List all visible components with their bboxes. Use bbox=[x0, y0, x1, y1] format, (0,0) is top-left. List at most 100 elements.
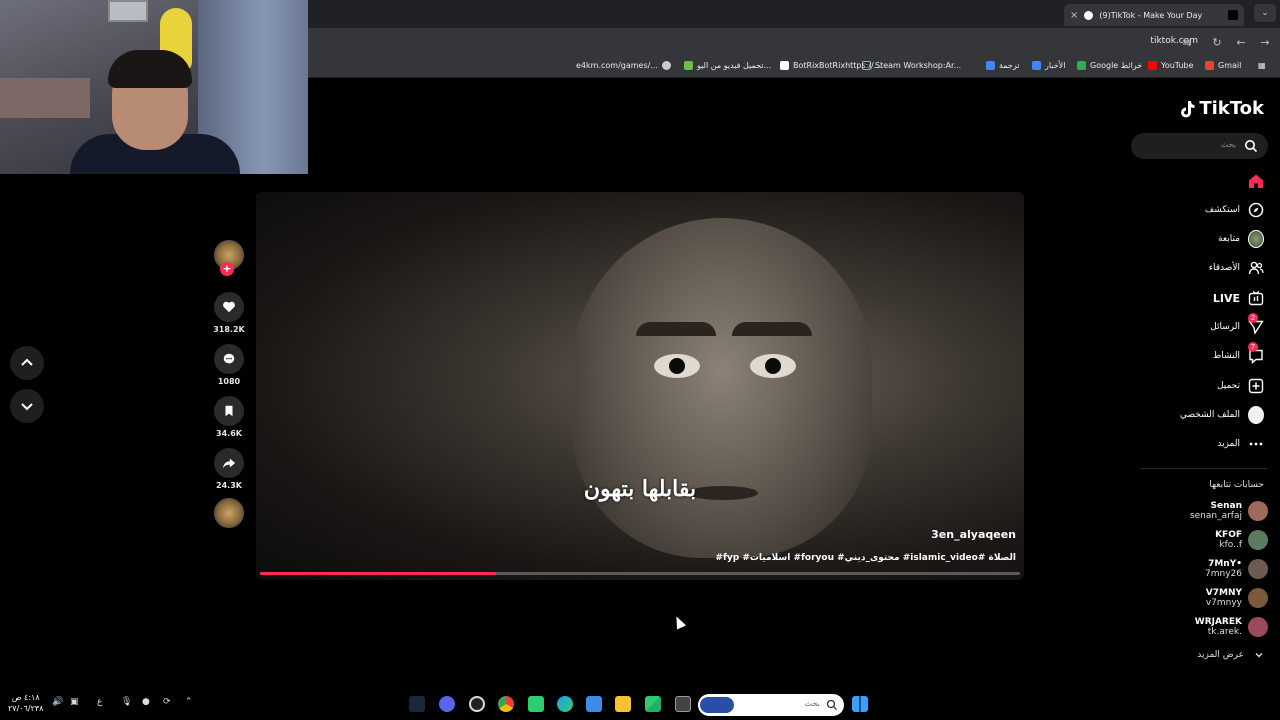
creator-avatar-button[interactable]: + bbox=[212, 240, 246, 276]
webcam-bed bbox=[0, 78, 90, 118]
following-account[interactable]: Senan senan_arfaj bbox=[1190, 498, 1268, 524]
account-handle: senan_arfaj bbox=[1189, 511, 1242, 521]
taskbar-search-placeholder: بحث bbox=[804, 699, 820, 708]
account-name: Senan bbox=[1210, 501, 1242, 511]
menu-profile-label: الملف الشخصي bbox=[1180, 410, 1240, 420]
settings-taskbar-icon[interactable] bbox=[469, 696, 485, 712]
bookmark-news[interactable]: الأخبار bbox=[1032, 61, 1065, 70]
live-icon bbox=[1248, 290, 1264, 306]
task-view-taskbar-icon[interactable] bbox=[675, 696, 691, 712]
bookmark-e4km[interactable]: e4km.com/games/... bbox=[576, 61, 671, 70]
following-account[interactable]: KFOF kfo..f bbox=[1215, 527, 1268, 553]
xbox-taskbar-icon[interactable] bbox=[645, 696, 661, 712]
follow-plus-icon[interactable]: + bbox=[220, 262, 234, 276]
gaming-app-taskbar-icon[interactable] bbox=[528, 696, 544, 712]
reload-icon[interactable]: ↻ bbox=[1210, 35, 1224, 49]
friends-icon bbox=[1248, 260, 1264, 276]
like-button[interactable] bbox=[214, 292, 244, 322]
sidebar-divider bbox=[1140, 468, 1268, 469]
show-hidden-icons-icon[interactable]: ⌃ bbox=[185, 697, 193, 707]
video-progress-bar[interactable] bbox=[260, 572, 1020, 575]
steam-taskbar-icon[interactable] bbox=[409, 696, 425, 712]
save-button[interactable] bbox=[214, 396, 244, 426]
messages-icon: 2 bbox=[1248, 313, 1264, 335]
bookmark-google-maps[interactable]: Google خرائط bbox=[1077, 61, 1142, 70]
share-icon bbox=[222, 458, 236, 469]
next-video-button[interactable] bbox=[10, 389, 44, 423]
menu-activity[interactable]: النشاط 7 bbox=[1213, 342, 1264, 366]
network-icon[interactable]: ▣ bbox=[70, 697, 79, 707]
chrome-taskbar-icon[interactable] bbox=[498, 696, 514, 712]
menu-live-label: LIVE bbox=[1212, 291, 1240, 305]
store-taskbar-icon[interactable] bbox=[586, 696, 602, 712]
see-more-label: عرض المزيد bbox=[1197, 650, 1244, 660]
webcam-poster bbox=[108, 0, 148, 22]
site-settings-icon[interactable]: ⇆ bbox=[1180, 35, 1194, 49]
account-avatar bbox=[1248, 559, 1268, 579]
share-action[interactable]: 24.3K bbox=[212, 448, 246, 490]
webcam-overlay bbox=[0, 0, 308, 174]
bookmark-translate[interactable]: ترجمة bbox=[986, 61, 1020, 70]
tiktok-logo[interactable]: TikTok bbox=[1179, 98, 1264, 119]
like-action[interactable]: 318.2K bbox=[212, 292, 246, 334]
video-subtitle: بقابلها بتهون bbox=[583, 476, 697, 502]
video-player[interactable]: بقابلها بتهون 3en_alyaqeen الصلاة #islam… bbox=[256, 192, 1024, 580]
clock-date: ٢٧/٠٦/٢٣٨ bbox=[8, 704, 44, 713]
video-face-left-brow bbox=[636, 322, 716, 336]
following-accounts-title: حسابات تتابعها bbox=[1209, 480, 1264, 490]
comment-action[interactable]: 1080 bbox=[212, 344, 246, 386]
messages-badge: 2 bbox=[1248, 313, 1258, 323]
apps-icon[interactable]: ▦ bbox=[1258, 61, 1266, 70]
forward-icon[interactable]: → bbox=[1258, 35, 1272, 49]
comment-icon bbox=[223, 353, 235, 364]
language-indicator[interactable]: ع bbox=[97, 697, 102, 707]
following-account[interactable]: WRJAREK tk.arek. bbox=[1195, 614, 1268, 640]
share-button[interactable] bbox=[214, 448, 244, 478]
edge-taskbar-icon[interactable] bbox=[557, 696, 573, 712]
sync-icon[interactable]: ⟳ bbox=[163, 697, 171, 707]
file-explorer-taskbar-icon[interactable] bbox=[615, 696, 631, 712]
menu-home[interactable] bbox=[1240, 171, 1264, 191]
tab-close-icon[interactable]: × bbox=[1070, 10, 1078, 21]
taskbar-clock[interactable]: ٤:١٨ ص ٢٧/٠٦/٢٣٨ bbox=[8, 692, 43, 714]
bookmark-icon bbox=[225, 405, 233, 417]
menu-profile[interactable]: الملف الشخصي bbox=[1180, 405, 1264, 425]
tray-app-icon[interactable]: ● bbox=[142, 697, 150, 707]
comment-button[interactable] bbox=[214, 344, 244, 374]
menu-upload[interactable]: تحميل bbox=[1217, 376, 1264, 396]
music-disc-button[interactable] bbox=[212, 498, 246, 528]
previous-video-button[interactable] bbox=[10, 346, 44, 380]
profile-avatar-icon bbox=[1248, 406, 1264, 424]
video-progress-fill bbox=[260, 572, 496, 575]
back-icon[interactable]: ← bbox=[1234, 35, 1248, 49]
windows-start-icon[interactable] bbox=[852, 696, 868, 712]
menu-friends[interactable]: الأصدقاء bbox=[1209, 258, 1264, 278]
microphone-icon[interactable]: 🎙 bbox=[121, 697, 132, 707]
comment-count: 1080 bbox=[217, 377, 241, 386]
menu-more[interactable]: المزيد bbox=[1217, 434, 1264, 454]
windows-taskbar: ٤:١٨ ص ٢٧/٠٦/٢٣٨ 🔊 ▣ ع 🎙 ● ⟳ ⌃ بحث bbox=[0, 688, 1280, 720]
bookmark-gmail[interactable]: Gmail bbox=[1205, 61, 1241, 70]
tiktok-search-input[interactable]: بحث bbox=[1131, 133, 1268, 159]
volume-icon[interactable]: 🔊 bbox=[52, 697, 63, 707]
bookmark-botrix[interactable]: BotRixBotRixhttps://... bbox=[780, 61, 881, 70]
menu-live[interactable]: LIVE bbox=[1213, 288, 1264, 308]
bookmark-video-download[interactable]: تحميل فيديو من اليو... bbox=[684, 61, 771, 70]
following-avatar-icon bbox=[1248, 230, 1264, 248]
following-account[interactable]: V7MNY v7mnyy bbox=[1206, 585, 1268, 611]
taskbar-search-input[interactable]: بحث bbox=[698, 694, 844, 716]
home-icon bbox=[1248, 173, 1264, 189]
following-account[interactable]: 7MnY• 7mny26 bbox=[1205, 556, 1268, 582]
discord-taskbar-icon[interactable] bbox=[439, 696, 455, 712]
music-disc-icon[interactable] bbox=[214, 498, 244, 528]
see-more-button[interactable]: عرض المزيد bbox=[1197, 650, 1264, 660]
menu-following[interactable]: متابعة bbox=[1218, 229, 1264, 249]
save-action[interactable]: 34.6K bbox=[212, 396, 246, 438]
menu-messages[interactable]: الرسائل 2 bbox=[1210, 313, 1264, 337]
video-frame-face bbox=[572, 218, 872, 558]
browser-tab[interactable]: × (9)TikTok - Make Your Day bbox=[1064, 4, 1244, 26]
bookmark-youtube[interactable]: YouTube bbox=[1148, 61, 1194, 70]
tab-search-button[interactable]: ⌄ bbox=[1254, 4, 1276, 22]
video-author[interactable]: 3en_alyaqeen bbox=[931, 528, 1016, 541]
menu-explore[interactable]: استكشف bbox=[1205, 200, 1264, 220]
